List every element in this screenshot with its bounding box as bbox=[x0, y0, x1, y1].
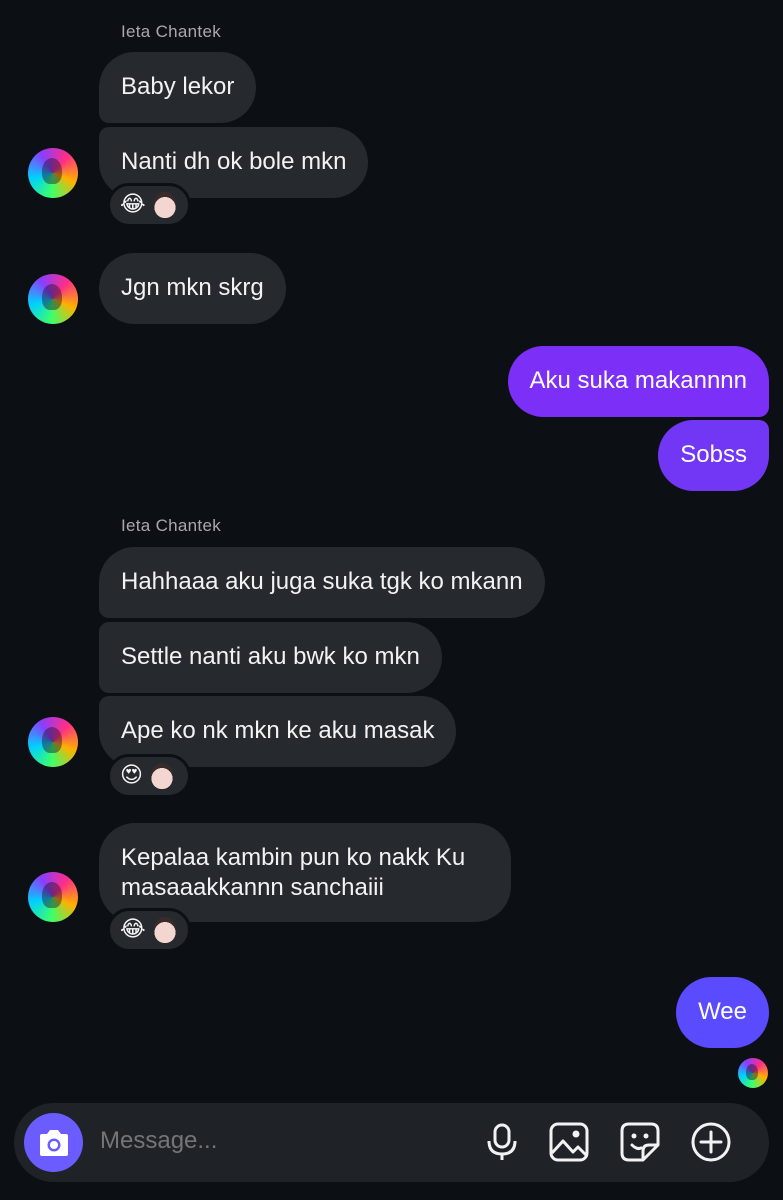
reactions-pill[interactable]: 😂 bbox=[107, 908, 191, 952]
reaction-emoji: 😂 bbox=[120, 192, 146, 217]
message-bubble[interactable]: Sobss bbox=[658, 420, 769, 491]
reactor-avatar bbox=[150, 763, 173, 789]
message-bubble[interactable]: Hahhaaa aku juga suka tgk ko mkann bbox=[99, 547, 545, 618]
message-text: Wee bbox=[698, 998, 747, 1025]
message-text: Hahhaaa aku juga suka tgk ko mkann bbox=[121, 568, 523, 595]
reaction-emoji: 😍 bbox=[120, 763, 143, 788]
gallery-icon[interactable] bbox=[548, 1121, 590, 1163]
reactions-pill[interactable]: 😂 bbox=[107, 183, 191, 227]
message-text: Jgn mkn skrg bbox=[121, 274, 264, 301]
sender-name: Ieta Chantek bbox=[121, 516, 221, 535]
reactor-avatar bbox=[153, 917, 176, 943]
message-text: Settle nanti aku bwk ko mkn bbox=[121, 643, 420, 670]
message-bubble[interactable]: Baby lekor bbox=[99, 52, 257, 123]
sender-name: Ieta Chantek bbox=[121, 22, 221, 41]
message-text: Nanti dh ok bole mkn bbox=[121, 148, 347, 175]
message-composer bbox=[14, 1103, 769, 1182]
message-input[interactable] bbox=[100, 1127, 460, 1155]
plus-icon[interactable] bbox=[690, 1121, 732, 1163]
message-bubble[interactable]: Wee bbox=[676, 977, 769, 1048]
message-text: Baby lekor bbox=[121, 73, 235, 100]
avatar[interactable] bbox=[28, 148, 78, 198]
avatar[interactable] bbox=[28, 274, 78, 324]
message-text: Sobss bbox=[680, 441, 747, 468]
message-text-line: masaaakkannn sanchaiii bbox=[121, 874, 384, 901]
message-text: Ape ko nk mkn ke aku masak bbox=[121, 717, 435, 744]
camera-button[interactable] bbox=[24, 1113, 83, 1172]
message-bubble[interactable]: Settle nanti aku bwk ko mkn bbox=[99, 622, 442, 693]
microphone-icon[interactable] bbox=[481, 1121, 523, 1163]
reaction-emoji: 😂 bbox=[120, 917, 146, 942]
avatar[interactable] bbox=[28, 717, 78, 767]
reactor-avatar bbox=[153, 192, 176, 218]
avatar[interactable] bbox=[28, 872, 78, 922]
message-bubble[interactable]: Aku suka makannnn bbox=[507, 346, 769, 417]
reactions-pill[interactable]: 😍 bbox=[107, 754, 191, 798]
message-text-line: Kepalaa kambin pun ko nakk Ku bbox=[121, 844, 466, 871]
message-bubble[interactable]: Jgn mkn skrg bbox=[99, 253, 286, 324]
camera-icon bbox=[39, 1129, 68, 1156]
seen-avatar bbox=[738, 1058, 768, 1088]
message-text: Aku suka makannnn bbox=[529, 367, 747, 394]
sticker-icon[interactable] bbox=[619, 1121, 661, 1163]
